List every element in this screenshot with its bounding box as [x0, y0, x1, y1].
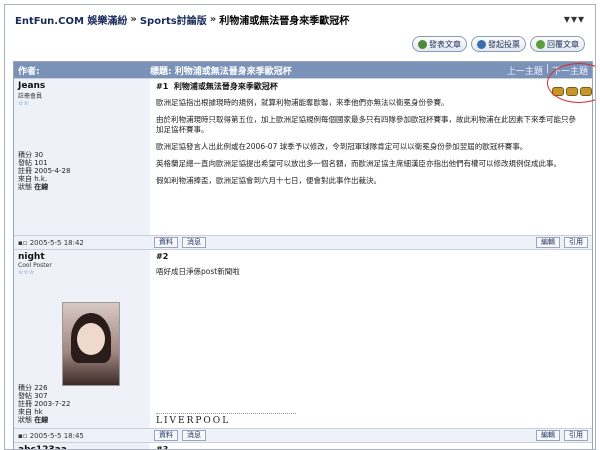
title-column-header: 標題: 利物浦或無法晉身來季歐冠杯 [150, 66, 292, 77]
avatar [62, 302, 120, 386]
new-poll-label: 發起投票 [488, 39, 520, 49]
post: night Cool Poster ☆☆☆ 積分 226 發帖 307 註冊 2… [14, 249, 592, 428]
user-post-count: 發帖 307 [18, 392, 48, 400]
browser-frame: EntFun.COM 娛樂滿紛 » Sports討論版 » 利物浦或無法晉身來季… [4, 4, 596, 450]
post: Jeans 註冊會員 ☆☆ 積分 30 發帖 101 註冊 2005-4-28 … [14, 78, 592, 235]
breadcrumb-site-link[interactable]: EntFun.COM 娛樂滿紛 [15, 12, 127, 27]
quote-button[interactable]: 引用 [564, 237, 588, 248]
post-paragraph: 由於利物浦現時只取得第五位，加上歐洲足協規例每個國家最多只有四隊參加歐冠杯賽事，… [156, 115, 576, 134]
reply-icon [536, 39, 545, 49]
post-footer: ▪▫ 2005-5-5 18:45 資料 消息 編輯 引用 [14, 428, 592, 442]
new-topic-icon [418, 39, 427, 49]
author-panel: night Cool Poster ☆☆☆ 積分 226 發帖 307 註冊 2… [14, 250, 150, 428]
breadcrumb-thread-title: 利物浦或無法晉身來季歐冠杯 [219, 15, 350, 27]
post-date: ▪▫ 2005-5-5 18:45 [18, 431, 84, 440]
rank-stars-icon: ☆☆☆ [18, 269, 35, 276]
user-registered: 註冊 2003-7-22 [18, 400, 71, 408]
username[interactable]: abc123aa [18, 445, 146, 449]
user-stats: 積分 30 發帖 101 註冊 2005-4-28 來自 h.k. 狀態 在線 [18, 151, 146, 191]
quote-button[interactable]: 引用 [564, 430, 588, 441]
thread-header: 作者: 標題: 利物浦或無法晉身來季歐冠杯 上一主題 | 下一主題 [14, 62, 592, 78]
user-stats: 積分 226 發帖 307 註冊 2003-7-22 來自 hk 狀態 在線 [18, 384, 70, 424]
post-number: #1 [156, 82, 169, 91]
poll-icon [477, 39, 486, 49]
user-rank: Cool Poster [18, 262, 52, 269]
new-poll-button[interactable]: 發起投票 [471, 36, 526, 52]
new-topic-label: 發表文章 [429, 39, 461, 49]
breadcrumb-separator: » [130, 13, 137, 25]
edit-button[interactable]: 編輯 [536, 430, 560, 441]
thread-table: 作者: 標題: 利物浦或無法晉身來季歐冠杯 上一主題 | 下一主題 Jeans … [13, 61, 593, 450]
post-number: #2 [156, 252, 169, 261]
post-paragraph: 假如利物浦捧盃，歐洲足協會到六月十七日，便會對此事作出裁決。 [156, 176, 381, 185]
prev-topic-link[interactable]: 上一主題 [507, 64, 543, 77]
rank-stars-icon: ☆☆ [18, 100, 29, 107]
new-topic-button[interactable]: 發表文章 [412, 36, 467, 52]
post-footer: ▪▫ 2005-5-5 18:42 資料 消息 編輯 引用 [14, 235, 592, 249]
post-body: #2 唔好成日淨係post新聞啦 LIVERPOOL [150, 250, 592, 428]
post-date: ▪▫ 2005-5-5 18:42 [18, 238, 84, 247]
author-panel: Jeans 註冊會員 ☆☆ 積分 30 發帖 101 註冊 2005-4-28 … [14, 79, 150, 235]
user-registered: 註冊 2005-4-28 [18, 167, 71, 175]
signature: LIVERPOOL [156, 416, 231, 426]
message-button[interactable]: 消息 [182, 430, 206, 441]
post-paragraph: 唔好成日淨係post新聞啦 [156, 267, 240, 276]
action-bar: 發表文章 發起投票 回覆文章 [5, 33, 595, 55]
profile-button[interactable]: 資料 [154, 430, 178, 441]
user-from: 來自 hk [18, 408, 43, 416]
post: abc123aa #3 [14, 442, 592, 450]
breadcrumb-forum-link[interactable]: Sports討論版 [140, 12, 207, 27]
breadcrumb-separator: » [209, 13, 217, 25]
author-panel: abc123aa [14, 443, 150, 449]
post-actions: 資料 消息 編輯 引用 [150, 236, 592, 249]
user-post-count: 發帖 101 [18, 159, 48, 167]
user-from: 來自 h.k. [18, 175, 48, 183]
breadcrumb: EntFun.COM 娛樂滿紛 » Sports討論版 » 利物浦或無法晉身來季… [5, 5, 595, 33]
profile-button[interactable]: 資料 [154, 237, 178, 248]
user-status: 狀態 在線 [18, 416, 49, 424]
post-body: #3 [150, 443, 592, 450]
post-actions: 資料 消息 編輯 引用 [150, 429, 592, 442]
username[interactable]: Jeans [18, 81, 146, 91]
user-points: 積分 226 [18, 384, 48, 392]
post-paragraph: 歐洲足協發言人出此例或在2006-07 球季予以修改，令到冠軍球隊肯定可以以衛冕… [156, 142, 528, 151]
user-rank: 註冊會員 [18, 93, 43, 100]
edit-button[interactable]: 編輯 [536, 237, 560, 248]
author-column-header: 作者: [18, 66, 40, 77]
post-paragraph: 英格蘭足總一直向歐洲足協提出希望可以放出多一個名額，而歐洲足協主席細漢臣亦指出他… [156, 159, 561, 168]
reply-button[interactable]: 回覆文章 [530, 36, 585, 52]
post-title: #1 利物浦或無法晉身來季歐冠杯 [156, 82, 278, 91]
more-menu-icon[interactable]: ▾▾▾ [564, 12, 585, 26]
signature-divider [156, 413, 296, 414]
user-status: 狀態 在線 [18, 183, 49, 191]
message-button[interactable]: 消息 [182, 237, 206, 248]
post-number: #3 [156, 445, 169, 450]
username[interactable]: night [18, 252, 146, 262]
user-points: 積分 30 [18, 151, 44, 159]
post-paragraph: 歐洲足協指出根據現時的規例，就算利物浦能奪歐聯，來季他們亦無法以衛冕身份參賽。 [156, 98, 449, 107]
reply-label: 回覆文章 [547, 39, 579, 49]
post-body: #1 利物浦或無法晉身來季歐冠杯 歐洲足協指出根據現時的規例，就算利物浦能奪歐聯… [150, 79, 592, 235]
